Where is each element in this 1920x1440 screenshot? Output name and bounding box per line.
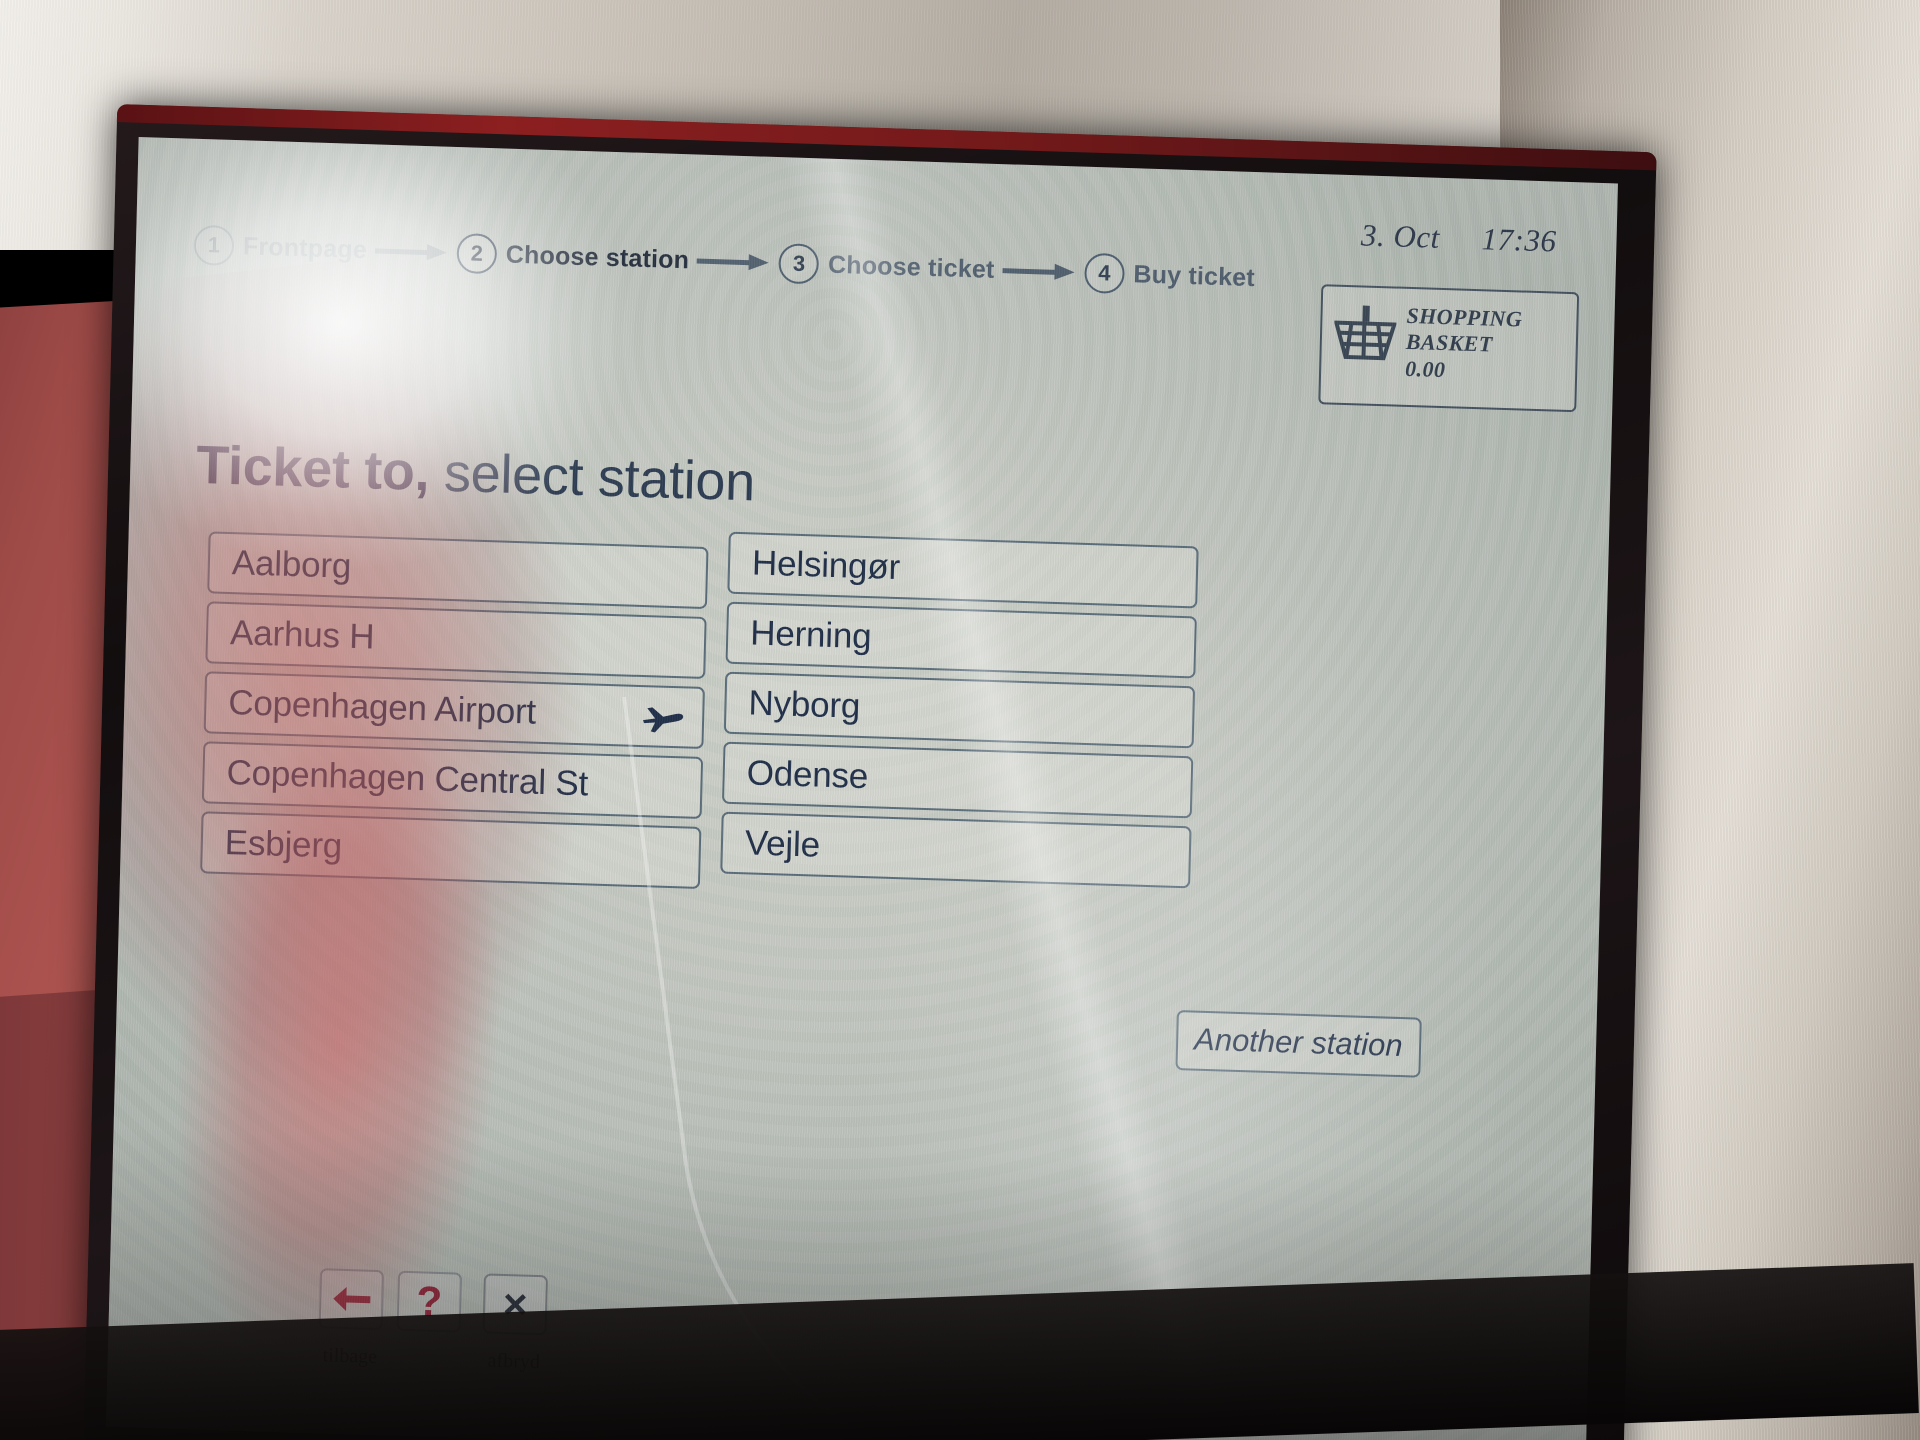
- breadcrumb: 1 Frontpage 2 Choose station 3 Choose ti…: [193, 224, 1256, 298]
- step-number-2: 2: [456, 233, 498, 275]
- breadcrumb-step-buy-ticket[interactable]: 4 Buy ticket: [1083, 252, 1256, 298]
- station-button-aalborg[interactable]: Aalborg: [207, 531, 709, 610]
- page-title-strong: Ticket to,: [195, 434, 431, 503]
- step-label-4: Buy ticket: [1133, 259, 1256, 292]
- station-button-aarhus-h[interactable]: Aarhus H: [205, 601, 707, 680]
- touchscreen[interactable]: 3. Oct 17:36 SHOPPING BASKET 0.00 1 Fron…: [106, 136, 1618, 1440]
- breadcrumb-step-frontpage[interactable]: 1 Frontpage: [193, 224, 368, 270]
- page-title: Ticket to, select station: [196, 434, 756, 514]
- station-button-helsingor[interactable]: Helsingør: [727, 531, 1199, 609]
- step-number-3: 3: [778, 243, 820, 285]
- date-label: 3. Oct: [1360, 217, 1441, 255]
- ticket-machine: 3. Oct 17:36 SHOPPING BASKET 0.00 1 Fron…: [0, 0, 1920, 1440]
- station-label: Copenhagen Central St: [226, 753, 589, 804]
- station-label: Copenhagen Airport: [227, 683, 537, 732]
- time-label: 17:36: [1481, 221, 1557, 259]
- station-label: Aarhus H: [229, 613, 375, 657]
- breadcrumb-arrow-2-3: [697, 256, 771, 268]
- step-number-4: 4: [1083, 252, 1125, 294]
- another-station-label: Another station: [1193, 1021, 1404, 1064]
- station-label: Esbjerg: [224, 823, 343, 866]
- station-button-esbjerg[interactable]: Esbjerg: [200, 811, 702, 889]
- station-button-copenhagen-central-st[interactable]: Copenhagen Central St: [201, 741, 704, 819]
- station-label: Odense: [746, 753, 869, 797]
- kiosk-ui: 3. Oct 17:36 SHOPPING BASKET 0.00 1 Fron…: [106, 137, 1618, 1440]
- shopping-basket-button[interactable]: SHOPPING BASKET 0.00: [1318, 284, 1580, 413]
- station-button-nyborg[interactable]: Nyborg: [723, 671, 1196, 749]
- breadcrumb-step-choose-station[interactable]: 2 Choose station: [456, 233, 690, 280]
- basket-line-2: BASKET: [1405, 328, 1493, 357]
- breadcrumb-arrow-3-4: [1002, 265, 1076, 277]
- another-station-button[interactable]: Another station: [1175, 1009, 1422, 1078]
- datetime-display: 3. Oct 17:36: [1361, 217, 1557, 259]
- shopping-basket-text: SHOPPING BASKET 0.00: [1405, 303, 1523, 385]
- breadcrumb-arrow-1-2: [375, 245, 449, 257]
- station-list-right: Helsingør Herning Nyborg Odense Vejle: [720, 531, 1199, 897]
- shopping-basket-icon: [1333, 301, 1398, 368]
- station-button-herning[interactable]: Herning: [725, 601, 1197, 679]
- station-label: Nyborg: [748, 683, 861, 726]
- breadcrumb-step-choose-ticket[interactable]: 3 Choose ticket: [778, 243, 995, 290]
- page-title-rest: select station: [428, 442, 756, 513]
- step-label-1: Frontpage: [242, 231, 368, 264]
- step-number-1: 1: [193, 224, 235, 267]
- station-list-left: Aalborg Aarhus H Copenhagen Airport Cope…: [200, 531, 709, 897]
- step-label-2: Choose station: [505, 240, 690, 274]
- station-button-vejle[interactable]: Vejle: [720, 811, 1192, 889]
- station-button-copenhagen-airport[interactable]: Copenhagen Airport: [203, 671, 705, 749]
- station-label: Herning: [749, 613, 872, 657]
- station-label: Vejle: [744, 823, 821, 865]
- station-button-odense[interactable]: Odense: [721, 741, 1194, 819]
- station-label: Helsingør: [751, 543, 901, 588]
- station-label: Aalborg: [231, 543, 352, 586]
- airplane-icon: [642, 701, 685, 733]
- step-label-3: Choose ticket: [827, 250, 995, 284]
- basket-line-1: SHOPPING: [1406, 302, 1523, 332]
- basket-amount: 0.00: [1404, 355, 1446, 383]
